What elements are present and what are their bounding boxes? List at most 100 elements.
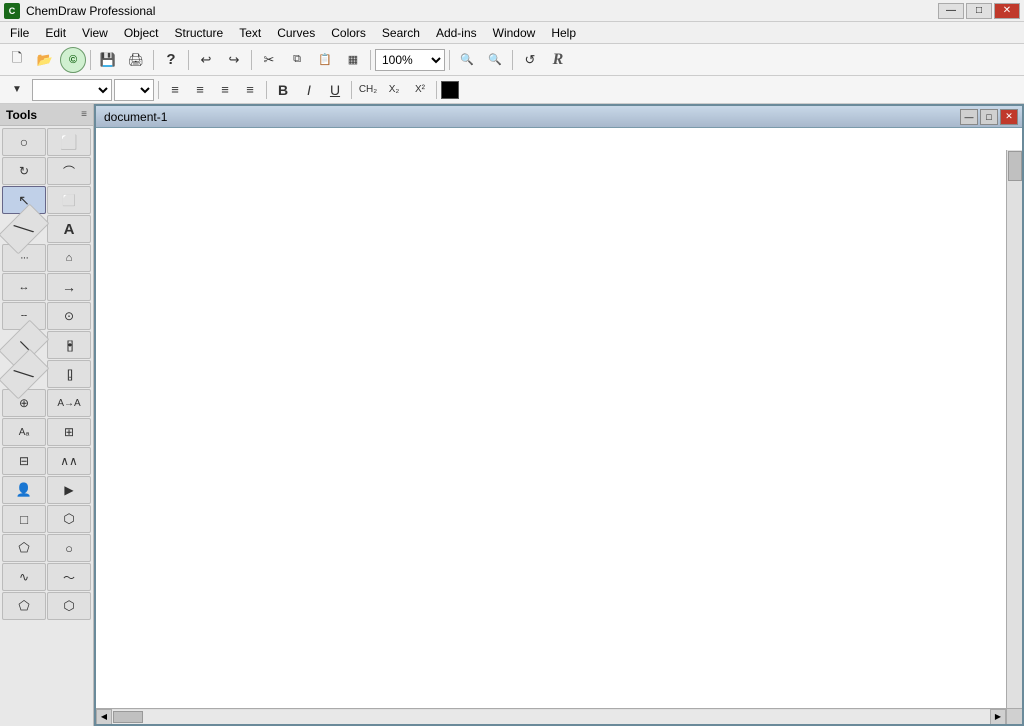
tool-hexagon-outline[interactable]: ⬡ <box>47 505 91 533</box>
tool-lasso[interactable]: ⌒ <box>47 157 91 185</box>
menu-item-search[interactable]: Search <box>374 22 428 43</box>
scroll-thumb-horizontal[interactable] <box>113 711 143 723</box>
tool-pentagon2[interactable]: ⬠ <box>2 592 46 620</box>
scroll-right-arrow[interactable]: ▶ <box>990 709 1006 725</box>
superscript-button[interactable]: X² <box>408 79 432 101</box>
rxn-button[interactable]: R <box>545 47 571 73</box>
align-center-button[interactable]: ≡ <box>188 79 212 101</box>
color-swatch[interactable] <box>441 81 459 99</box>
tool-play[interactable]: ▶ <box>47 476 91 504</box>
new-button[interactable]: 🗋 <box>4 47 30 73</box>
sep1 <box>90 50 91 70</box>
size-select[interactable] <box>114 79 154 101</box>
tool-marquee-rect[interactable]: ⬜ <box>47 128 91 156</box>
menu-item-structure[interactable]: Structure <box>167 22 232 43</box>
font-select[interactable] <box>32 79 112 101</box>
menu-item-curves[interactable]: Curves <box>269 22 323 43</box>
save-button[interactable]: 💾 <box>95 47 121 73</box>
zoom-select[interactable]: 50% 75% 100% 150% 200% <box>375 49 445 71</box>
print-button[interactable]: 🖨 <box>123 47 149 73</box>
menu-item-text[interactable]: Text <box>231 22 269 43</box>
doc-controls: — □ ✕ <box>960 109 1018 125</box>
tool-bracket2[interactable]: [.] <box>47 360 91 388</box>
document-window: document-1 — □ ✕ ◀ ▶ <box>94 104 1024 726</box>
tool-rotate[interactable]: ↻ <box>2 157 46 185</box>
doc-scrollbar-bottom[interactable]: ◀ ▶ <box>96 708 1006 724</box>
align-group: ≡ ≡ ≡ ≡ <box>163 79 262 101</box>
tool-eraser[interactable]: ⬜ <box>47 186 91 214</box>
style-list-btn[interactable]: ▼ <box>4 77 30 103</box>
scroll-thumb-vertical[interactable] <box>1008 151 1022 181</box>
tool-text[interactable]: A <box>47 215 91 243</box>
menu-item-file[interactable]: File <box>2 22 37 43</box>
app-title: ChemDraw Professional <box>26 4 155 18</box>
doc-title: document-1 <box>100 110 167 124</box>
sep2 <box>153 50 154 70</box>
zoom-in-button[interactable]: 🔍 <box>454 47 480 73</box>
menu-item-edit[interactable]: Edit <box>37 22 74 43</box>
tool-arrow-single[interactable]: → <box>47 273 91 301</box>
sep3 <box>188 50 189 70</box>
underline-button[interactable]: U <box>323 79 347 101</box>
menu-item-view[interactable]: View <box>74 22 116 43</box>
fsep3 <box>351 81 352 99</box>
minimize-button[interactable]: — <box>938 3 964 19</box>
close-button[interactable]: ✕ <box>994 3 1020 19</box>
italic-button[interactable]: I <box>297 79 321 101</box>
tool-subscript2[interactable]: Aₐ <box>2 418 46 446</box>
tool-circle-outline[interactable]: ○ <box>47 534 91 562</box>
paste-button[interactable]: 📋 <box>312 47 338 73</box>
tool-chain[interactable]: ⌂ <box>47 244 91 272</box>
zoom-out-button[interactable]: 🔍 <box>482 47 508 73</box>
fsep1 <box>158 81 159 99</box>
format-button[interactable]: ▦ <box>340 47 366 73</box>
open-button[interactable]: 📂 <box>32 47 58 73</box>
undo-button[interactable]: ↩ <box>193 47 219 73</box>
tool-node[interactable]: ⊙ <box>47 302 91 330</box>
cdx-button[interactable]: © <box>60 47 86 73</box>
scroll-left-arrow[interactable]: ◀ <box>96 709 112 725</box>
redo-button[interactable]: ↪ <box>221 47 247 73</box>
app-icon: C <box>4 3 20 19</box>
align-right-button[interactable]: ≡ <box>213 79 237 101</box>
menu-bar: FileEditViewObjectStructureTextCurvesCol… <box>0 22 1024 44</box>
bold-button[interactable]: B <box>271 79 295 101</box>
doc-canvas[interactable]: ◀ ▶ <box>96 128 1022 724</box>
doc-maximize-button[interactable]: □ <box>980 109 998 125</box>
title-bar-controls: — □ ✕ <box>938 3 1020 19</box>
menu-item-add-ins[interactable]: Add-ins <box>428 22 485 43</box>
tools-collapse-button[interactable]: ≡ <box>81 109 87 120</box>
maximize-button[interactable]: □ <box>966 3 992 19</box>
menu-item-object[interactable]: Object <box>116 22 167 43</box>
tool-person[interactable]: 👤 <box>2 476 46 504</box>
tool-wave1[interactable]: ∿ <box>2 563 46 591</box>
tool-annotate[interactable]: A→A <box>47 389 91 417</box>
align-justify-button[interactable]: ≡ <box>238 79 262 101</box>
subscript-button[interactable]: X₂ <box>382 79 406 101</box>
tool-hexagon2[interactable]: ⬡ <box>47 592 91 620</box>
menu-item-help[interactable]: Help <box>543 22 584 43</box>
doc-minimize-button[interactable]: — <box>960 109 978 125</box>
doc-scrollbar-right[interactable] <box>1006 150 1022 708</box>
cut-button[interactable]: ✂ <box>256 47 282 73</box>
help-button[interactable]: ? <box>158 47 184 73</box>
tool-arrow-double[interactable]: ↔ <box>2 273 46 301</box>
tool-wave2[interactable]: 〜 <box>47 563 91 591</box>
tool-pentagon[interactable]: ⬠ <box>2 534 46 562</box>
sep5 <box>370 50 371 70</box>
tool-bracket[interactable]: [•] <box>47 331 91 359</box>
tool-square[interactable]: □ <box>2 505 46 533</box>
tool-grid[interactable]: ⊞ <box>47 418 91 446</box>
reset-button[interactable]: ↺ <box>517 47 543 73</box>
copy-button[interactable]: ⧉ <box>284 47 310 73</box>
doc-close-button[interactable]: ✕ <box>1000 109 1018 125</box>
align-left-button[interactable]: ≡ <box>163 79 187 101</box>
content-area: Tools ≡ ○ ⬜ ↻ ⌒ ↖ ⬜ ╲ A ··· ⌂ ↔ → ╌ ⊙ <box>0 104 1024 726</box>
tool-peaks[interactable]: ∧∧ <box>47 447 91 475</box>
tool-grid2[interactable]: ⊟ <box>2 447 46 475</box>
tool-marquee-circle[interactable]: ○ <box>2 128 46 156</box>
chem-formula-button[interactable]: CH₂ <box>356 79 380 101</box>
menu-item-window[interactable]: Window <box>485 22 544 43</box>
fsep4 <box>436 81 437 99</box>
menu-item-colors[interactable]: Colors <box>323 22 374 43</box>
